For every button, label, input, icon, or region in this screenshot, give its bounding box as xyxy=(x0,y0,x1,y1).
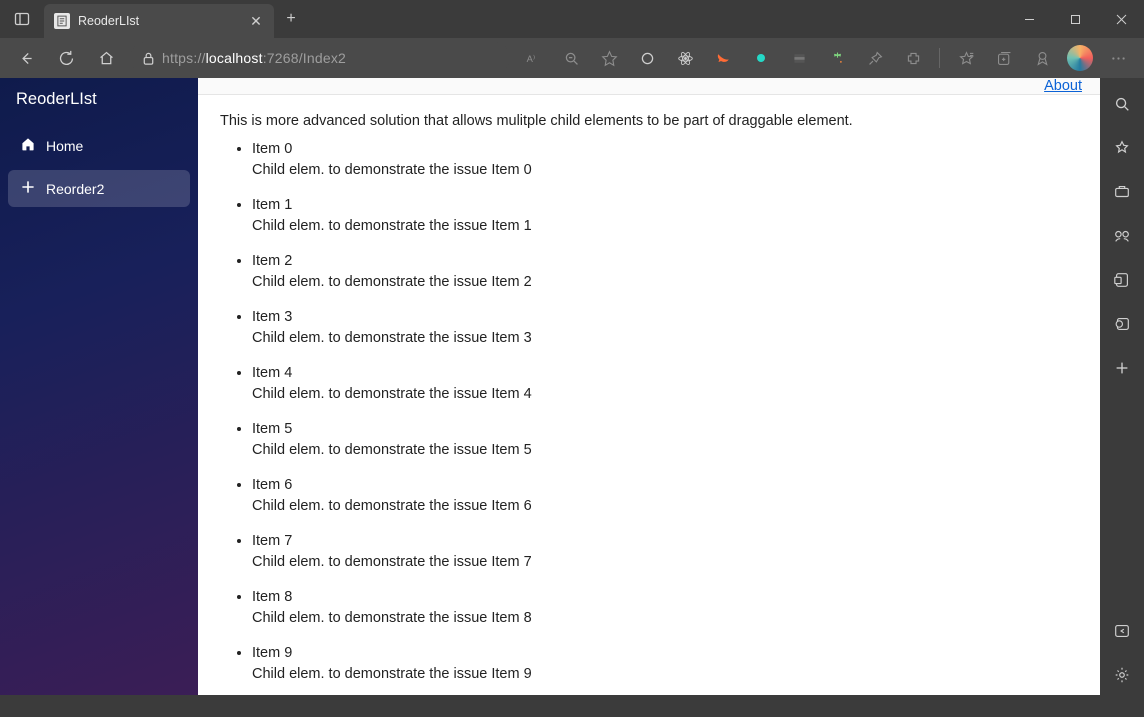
address-url: https://localhost:7268/Index2 xyxy=(162,50,346,66)
app-brand: ReoderLIst xyxy=(0,78,198,121)
list-item[interactable]: Item 4Child elem. to demonstrate the iss… xyxy=(252,363,1078,405)
reorder-list[interactable]: Item 0Child elem. to demonstrate the iss… xyxy=(220,139,1078,685)
list-item-child: Child elem. to demonstrate the issue Ite… xyxy=(252,608,1078,629)
ext-circle-icon[interactable] xyxy=(629,42,665,74)
window-maximize-button[interactable] xyxy=(1052,0,1098,38)
ext-pin-icon[interactable] xyxy=(857,42,893,74)
list-item-title: Item 5 xyxy=(252,419,1078,440)
list-item[interactable]: Item 6Child elem. to demonstrate the iss… xyxy=(252,475,1078,517)
list-item-child: Child elem. to demonstrate the issue Ite… xyxy=(252,384,1078,405)
list-item[interactable]: Item 9Child elem. to demonstrate the iss… xyxy=(252,643,1078,685)
ext-flag-icon[interactable] xyxy=(781,42,817,74)
window-minimize-button[interactable] xyxy=(1006,0,1052,38)
sidebar-outlook-icon[interactable] xyxy=(1100,304,1144,344)
list-item-child: Child elem. to demonstrate the issue Ite… xyxy=(252,496,1078,517)
new-tab-button[interactable]: + xyxy=(274,0,308,38)
sidebar-shopping-icon[interactable] xyxy=(1100,216,1144,256)
list-item[interactable]: Item 2Child elem. to demonstrate the iss… xyxy=(252,251,1078,293)
list-item-title: Item 9 xyxy=(252,643,1078,664)
nav-back-button[interactable] xyxy=(8,42,44,74)
nav-refresh-button[interactable] xyxy=(48,42,84,74)
list-item-child: Child elem. to demonstrate the issue Ite… xyxy=(252,160,1078,181)
plus-icon xyxy=(20,179,36,198)
list-item[interactable]: Item 3Child elem. to demonstrate the iss… xyxy=(252,307,1078,349)
sidebar-settings-icon[interactable] xyxy=(1100,655,1144,695)
list-item-child: Child elem. to demonstrate the issue Ite… xyxy=(252,552,1078,573)
page: ReoderLIst Home Reorder2 About This is mo… xyxy=(0,78,1100,695)
sidebar-item-home[interactable]: Home xyxy=(8,127,190,164)
window-close-button[interactable] xyxy=(1098,0,1144,38)
list-item-child: Child elem. to demonstrate the issue Ite… xyxy=(252,664,1078,685)
profile-avatar[interactable] xyxy=(1062,42,1098,74)
list-item-child: Child elem. to demonstrate the issue Ite… xyxy=(252,440,1078,461)
url-scheme: https:// xyxy=(162,50,206,66)
list-item[interactable]: Item 8Child elem. to demonstrate the iss… xyxy=(252,587,1078,629)
list-item[interactable]: Item 1Child elem. to demonstrate the iss… xyxy=(252,195,1078,237)
extensions-button[interactable] xyxy=(895,42,931,74)
sidebar-office-icon[interactable] xyxy=(1100,260,1144,300)
toolbar-separator xyxy=(939,48,940,68)
list-item-title: Item 4 xyxy=(252,363,1078,384)
sidebar-tools-icon[interactable] xyxy=(1100,172,1144,212)
app-sidebar: ReoderLIst Home Reorder2 xyxy=(0,78,198,695)
app-content: This is more advanced solution that allo… xyxy=(198,95,1100,717)
list-item[interactable]: Item 7Child elem. to demonstrate the iss… xyxy=(252,531,1078,573)
list-item-child: Child elem. to demonstrate the issue Ite… xyxy=(252,216,1078,237)
list-item-title: Item 3 xyxy=(252,307,1078,328)
ext-swift-icon[interactable] xyxy=(705,42,741,74)
edge-sidebar xyxy=(1100,78,1144,695)
list-item-title: Item 2 xyxy=(252,251,1078,272)
list-item-title: Item 0 xyxy=(252,139,1078,160)
intro-text: This is more advanced solution that allo… xyxy=(220,113,1078,129)
app-topbar: About xyxy=(198,78,1100,95)
browser-toolbar: https://localhost:7268/Index2 A⁾ xyxy=(0,38,1144,78)
ext-sparkle-icon[interactable] xyxy=(819,42,855,74)
list-item[interactable]: Item 0Child elem. to demonstrate the iss… xyxy=(252,139,1078,181)
browser-tab[interactable]: ReoderLIst ✕ xyxy=(44,4,274,38)
sidebar-item-label: Reorder2 xyxy=(46,181,104,197)
tab-favicon xyxy=(54,13,70,29)
home-icon xyxy=(20,136,36,155)
sidebar-item-label: Home xyxy=(46,138,83,154)
list-item-child: Child elem. to demonstrate the issue Ite… xyxy=(252,272,1078,293)
svg-text:A⁾: A⁾ xyxy=(526,53,535,63)
list-item-child: Child elem. to demonstrate the issue Ite… xyxy=(252,328,1078,349)
url-host: localhost xyxy=(206,50,263,66)
sidebar-add-icon[interactable] xyxy=(1100,348,1144,388)
tab-title: ReoderLIst xyxy=(78,14,240,28)
rewards-button[interactable] xyxy=(1024,42,1060,74)
list-item-title: Item 7 xyxy=(252,531,1078,552)
site-info-lock-icon[interactable] xyxy=(134,51,162,66)
favorite-star-icon[interactable] xyxy=(591,42,627,74)
list-item-title: Item 8 xyxy=(252,587,1078,608)
read-aloud-icon[interactable]: A⁾ xyxy=(515,42,551,74)
window-controls xyxy=(1006,0,1144,38)
ext-dot1-icon[interactable] xyxy=(743,42,779,74)
app-main: About This is more advanced solution tha… xyxy=(198,78,1100,695)
tab-actions-button[interactable] xyxy=(0,0,44,38)
more-menu-button[interactable] xyxy=(1100,42,1136,74)
tab-close-button[interactable]: ✕ xyxy=(248,13,264,29)
about-link[interactable]: About xyxy=(1044,78,1082,94)
url-rest: :7268/Index2 xyxy=(263,50,346,66)
client-area: ReoderLIst Home Reorder2 About This is mo… xyxy=(0,78,1144,695)
sidebar-search-icon[interactable] xyxy=(1100,84,1144,124)
zoom-icon[interactable] xyxy=(553,42,589,74)
ext-react-icon[interactable] xyxy=(667,42,703,74)
window-titlebar: ReoderLIst ✕ + xyxy=(0,0,1144,38)
collections-button[interactable] xyxy=(986,42,1022,74)
address-bar[interactable]: https://localhost:7268/Index2 xyxy=(130,42,510,74)
favorites-list-button[interactable] xyxy=(948,42,984,74)
list-item[interactable]: Item 5Child elem. to demonstrate the iss… xyxy=(252,419,1078,461)
sidebar-item-reorder2[interactable]: Reorder2 xyxy=(8,170,190,207)
sidebar-collapse-icon[interactable] xyxy=(1100,611,1144,651)
nav-home-button[interactable] xyxy=(88,42,124,74)
list-item-title: Item 6 xyxy=(252,475,1078,496)
list-item-title: Item 1 xyxy=(252,195,1078,216)
sidebar-discover-icon[interactable] xyxy=(1100,128,1144,168)
